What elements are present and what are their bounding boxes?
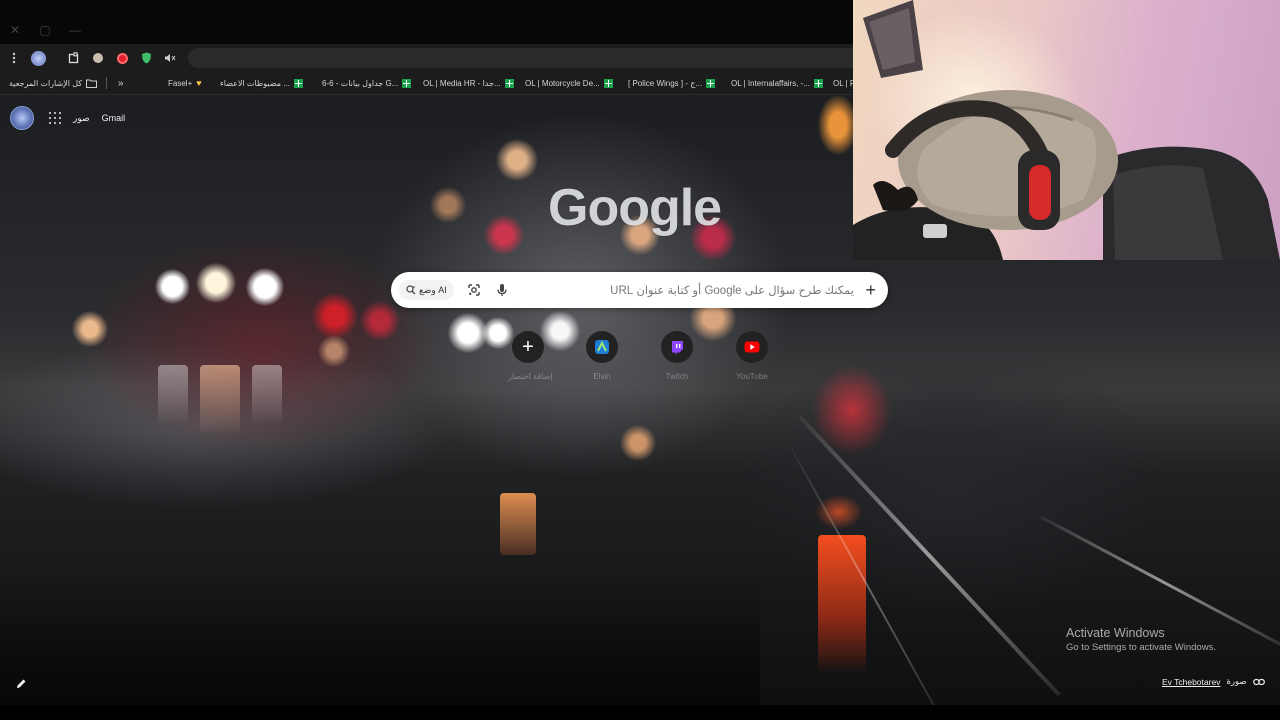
restore-window-icon[interactable]: ▢ xyxy=(35,20,55,40)
bookmark-item[interactable]: 6-6 - جداول بيانات G... xyxy=(322,76,412,90)
lens-icon[interactable] xyxy=(467,283,481,297)
shortcut-label: إضافة اختصار xyxy=(508,372,553,381)
sheets-icon xyxy=(504,78,514,88)
sheets-icon xyxy=(706,78,716,88)
google-logo: Google xyxy=(548,179,722,237)
shortcut-add[interactable]: + إضافة اختصار xyxy=(508,331,553,381)
webcam-overlay xyxy=(853,0,1280,260)
activate-windows-watermark: Activate Windows Go to Settings to activ… xyxy=(1066,626,1216,653)
bookmark-item[interactable]: Fasel+ ♥ xyxy=(168,76,202,90)
close-window-icon[interactable]: ✕ xyxy=(5,20,25,40)
ai-mode-label: وضع AI xyxy=(419,284,447,295)
browser-toolbar xyxy=(0,44,853,72)
pencil-icon[interactable] xyxy=(14,677,28,691)
ntp-top-bar: صور Gmail xyxy=(10,106,125,130)
heart-icon: ♥ xyxy=(196,78,202,88)
mute-icon[interactable] xyxy=(161,49,179,67)
sheets-icon xyxy=(293,78,303,88)
app-icon xyxy=(595,340,609,354)
title-bar: ✕ ▢ — xyxy=(0,0,853,44)
shortcut-label: Twitch xyxy=(665,372,689,381)
shortcut-twitch[interactable]: Twitch xyxy=(657,331,697,381)
photo-author-link[interactable]: Ev Tchebotarev xyxy=(1162,677,1220,687)
sheets-icon xyxy=(603,78,613,88)
shield-icon[interactable] xyxy=(137,49,155,67)
opera-icon[interactable] xyxy=(113,49,131,67)
link-icon xyxy=(1252,678,1265,685)
bookmark-item[interactable]: OL | F xyxy=(833,76,853,90)
sheets-icon xyxy=(402,78,412,88)
bookmarks-bar: كل الإشارات المرجعية » Fasel+ ♥ مضبوطات … xyxy=(0,72,853,95)
background-credit[interactable]: Ev Tchebotarev صورة xyxy=(1162,676,1265,687)
mic-icon[interactable] xyxy=(495,283,509,297)
activate-windows-subtitle: Go to Settings to activate Windows. xyxy=(1066,642,1216,653)
plus-icon[interactable]: + xyxy=(865,280,876,300)
bookmark-item[interactable]: OL | Motorcycle De... xyxy=(525,76,613,90)
apps-grid-icon[interactable] xyxy=(49,112,61,124)
bookmarks-overflow-button[interactable]: » xyxy=(118,76,124,90)
bookmark-item[interactable]: OL | Internalaffairs, -... xyxy=(731,76,823,90)
search-box[interactable]: وضع AI يمكنك طرح سؤال على Google أو كتاب… xyxy=(391,272,888,308)
sheets-icon xyxy=(814,78,823,88)
photo-credit-prefix: صورة xyxy=(1226,676,1247,686)
bookmark-item[interactable]: OL | Media HR - جدا... xyxy=(423,76,514,90)
address-bar[interactable] xyxy=(188,48,853,68)
shortcut-elsin[interactable]: Elsin xyxy=(582,331,622,381)
gmail-link[interactable]: Gmail xyxy=(102,113,126,123)
menu-icon[interactable] xyxy=(5,49,23,67)
ai-sparkle-search-icon xyxy=(406,285,416,295)
ai-mode-button[interactable]: وضع AI xyxy=(399,280,454,300)
images-link[interactable]: صور xyxy=(73,113,90,124)
search-input[interactable]: يمكنك طرح سؤال على Google أو كتابة عنوان… xyxy=(610,283,854,297)
all-bookmarks-label: كل الإشارات المرجعية xyxy=(9,78,83,88)
plus-icon: + xyxy=(522,336,534,358)
twitch-icon xyxy=(672,340,683,354)
minimize-window-icon[interactable]: — xyxy=(65,20,85,40)
globe-icon[interactable] xyxy=(29,49,47,67)
shortcut-label: Elsin xyxy=(593,372,611,381)
bottom-strip xyxy=(0,705,1280,720)
shortcut-youtube[interactable]: YouTube xyxy=(732,331,772,381)
bookmarks-divider xyxy=(106,77,107,89)
folder-icon xyxy=(86,79,98,88)
activate-windows-title: Activate Windows xyxy=(1066,626,1165,640)
shortcut-label: YouTube xyxy=(736,372,768,381)
all-bookmarks[interactable]: كل الإشارات المرجعية xyxy=(9,76,98,90)
extension-icon[interactable] xyxy=(89,49,107,67)
bookmark-item[interactable]: مضبوطات الاعضاء ... xyxy=(220,76,303,90)
youtube-icon xyxy=(744,341,760,353)
extensions-icon[interactable] xyxy=(65,49,83,67)
bookmark-item[interactable]: [ Police Wings ] - ج... xyxy=(628,76,716,90)
webcam-scene xyxy=(853,0,1280,260)
avatar[interactable] xyxy=(10,106,34,130)
